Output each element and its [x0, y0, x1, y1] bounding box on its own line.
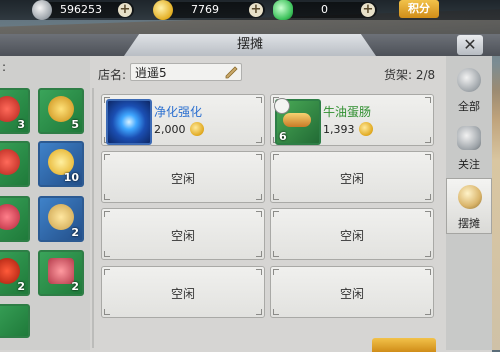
item-count: 5 — [71, 118, 79, 131]
add-silver-button[interactable]: + — [118, 3, 132, 17]
edit-icon[interactable] — [224, 64, 240, 80]
follow-tab-icon — [457, 126, 481, 150]
gold-value: 7769 — [191, 3, 219, 16]
inventory-item[interactable] — [0, 196, 30, 242]
window-title: 摆摊 — [124, 34, 376, 56]
item-count: 10 — [63, 171, 79, 184]
item-name: 净化强化 — [154, 105, 203, 119]
stall-slot-empty[interactable]: 空闲 — [101, 266, 265, 318]
add-gold-button[interactable]: + — [249, 3, 263, 17]
jade-counter: 0 + — [273, 0, 377, 20]
tab-all[interactable]: 全部 — [446, 62, 492, 118]
butter-sausage-icon: 6 — [274, 98, 321, 145]
gold-coin-icon — [153, 0, 173, 20]
empty-label: 空闲 — [170, 229, 195, 243]
inventory-item[interactable]: 3 — [0, 88, 30, 134]
empty-label: 空闲 — [170, 287, 195, 301]
tab-label: 关注 — [458, 158, 480, 171]
empty-label: 空闲 — [339, 172, 364, 186]
item-count: 2 — [71, 280, 79, 293]
stall-slot-2[interactable]: 6 牛油蛋肠 1,393 — [270, 94, 434, 146]
purify-enhance-icon — [106, 99, 152, 145]
add-jade-button[interactable]: + — [361, 3, 375, 17]
inventory-item[interactable] — [0, 141, 30, 187]
inventory-label: : — [2, 60, 7, 74]
stall-slot-empty[interactable]: 空闲 — [101, 208, 265, 260]
item-icon — [0, 149, 20, 175]
stall-slot-1[interactable]: 净化强化 2,000 — [101, 94, 265, 146]
silver-coin-icon — [32, 0, 52, 20]
gold-coin-icon — [359, 122, 373, 136]
silver-value: 596253 — [60, 3, 102, 16]
all-tab-icon — [457, 68, 481, 92]
silver-counter: 596253 + — [32, 0, 134, 20]
item-price: 2,000 — [154, 123, 186, 136]
item-count: 3 — [17, 118, 25, 131]
inventory-item[interactable] — [0, 304, 30, 338]
inventory-item[interactable]: 5 — [38, 88, 84, 134]
item-quantity: 6 — [279, 130, 287, 143]
stall-tab-icon — [458, 185, 482, 209]
item-name: 牛油蛋肠 — [323, 105, 372, 119]
inventory-item[interactable]: 2 — [38, 196, 84, 242]
inventory-item[interactable]: 2 — [0, 250, 30, 296]
inventory-item[interactable]: 2 — [38, 250, 84, 296]
points-button[interactable]: 积分 — [399, 0, 439, 18]
stall-slot-empty[interactable]: 空闲 — [270, 208, 434, 260]
stall-slot-empty[interactable]: 空闲 — [270, 151, 434, 203]
panel-divider — [92, 88, 94, 348]
stall-slot-empty[interactable]: 空闲 — [101, 151, 265, 203]
empty-label: 空闲 — [339, 287, 364, 301]
inventory-item[interactable]: 10 — [38, 141, 84, 187]
item-count: 2 — [71, 226, 79, 239]
shop-name-label: 店名: — [98, 68, 127, 82]
gold-counter: 7769 + — [153, 0, 265, 20]
tab-follow[interactable]: 关注 — [446, 120, 492, 176]
item-tag-icon — [274, 98, 290, 114]
sausage-icon — [283, 113, 311, 127]
close-button[interactable]: ✕ — [457, 35, 483, 55]
item-count: 2 — [17, 280, 25, 293]
empty-label: 空闲 — [339, 229, 364, 243]
gold-coin-icon — [190, 122, 204, 136]
currency-bar: 596253 + 7769 + 0 + 积分 — [0, 0, 500, 20]
tab-stall[interactable]: 摆摊 — [446, 178, 492, 234]
empty-label: 空闲 — [170, 172, 195, 186]
tab-label: 全部 — [458, 100, 480, 113]
item-icon — [0, 204, 20, 230]
jade-icon — [273, 0, 293, 20]
item-price: 1,393 — [323, 123, 355, 136]
stall-slot-empty[interactable]: 空闲 — [270, 266, 434, 318]
shelf-capacity: 货架: 2/8 — [384, 68, 436, 82]
tab-label: 摆摊 — [458, 217, 480, 230]
jade-value: 0 — [321, 3, 328, 16]
